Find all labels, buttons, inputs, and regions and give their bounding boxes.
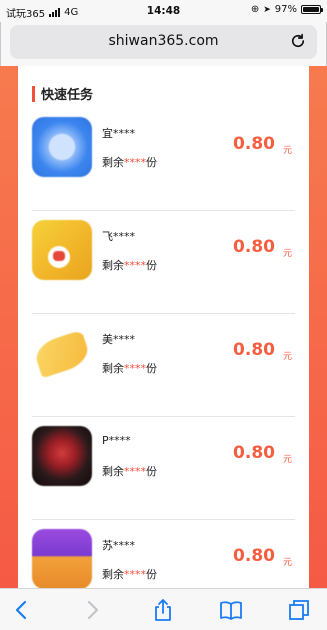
price-unit: 元 (282, 558, 292, 568)
task-item[interactable]: 飞**** 剩余****份 0.80 元 (32, 211, 295, 314)
remaining-count: 剩余****份 (102, 257, 157, 273)
app-name: 苏**** (102, 539, 135, 552)
price-unit: 元 (282, 249, 292, 259)
web-content[interactable]: 快速任务 宜**** 剩余****份 0.80 元 飞**** 剩余****份 … (0, 66, 327, 588)
remaining-label: 剩余 (102, 465, 124, 478)
forward-icon[interactable] (80, 598, 104, 622)
section-accent-bar (32, 85, 35, 102)
reward-price: 0.80 (233, 340, 275, 360)
app-icon (32, 117, 92, 177)
task-card: 快速任务 宜**** 剩余****份 0.80 元 飞**** 剩余****份 … (18, 66, 309, 588)
remaining-count: 剩余****份 (102, 360, 157, 376)
orientation-lock-icon: ⊕ (250, 4, 260, 15)
remaining-label: 剩余 (102, 568, 124, 581)
url-text[interactable]: shiwan365.com (10, 33, 317, 49)
back-icon[interactable] (10, 598, 34, 622)
remaining-label: 剩余 (102, 156, 124, 169)
remaining-count: 剩余****份 (102, 566, 157, 582)
remaining-value: **** (124, 259, 146, 272)
app-name: P**** (102, 434, 131, 447)
section-header: 快速任务 (32, 84, 93, 103)
remaining-value: **** (124, 362, 146, 375)
reward-price: 0.80 (233, 443, 275, 463)
task-item[interactable]: 宜**** 剩余****份 0.80 元 (32, 108, 295, 211)
reward-price: 0.80 (233, 237, 275, 257)
reward-price: 0.80 (233, 134, 275, 154)
app-icon (32, 323, 92, 383)
price-unit: 元 (282, 146, 292, 156)
remaining-unit: 份 (146, 362, 157, 375)
share-icon[interactable] (151, 598, 175, 622)
battery-icon (301, 5, 323, 14)
app-icon (32, 426, 92, 486)
battery-percent: 97% (274, 4, 297, 15)
price-unit: 元 (282, 455, 292, 465)
right-gradient-border (309, 66, 327, 588)
remaining-value: **** (124, 156, 146, 169)
remaining-unit: 份 (146, 568, 157, 581)
reward-price: 0.80 (233, 546, 275, 566)
remaining-count: 剩余****份 (102, 154, 157, 170)
location-icon: ➤ (263, 4, 271, 15)
price-unit: 元 (282, 352, 292, 362)
task-item[interactable]: P**** 剩余****份 0.80 元 (32, 417, 295, 520)
tabs-icon[interactable] (287, 598, 311, 622)
remaining-unit: 份 (146, 259, 157, 272)
status-bar: 试玩365 4G 14:48 ⊕ ➤ 97% (0, 0, 327, 22)
left-gradient-border (0, 66, 18, 588)
task-item[interactable]: 美**** 剩余****份 0.80 元 (32, 314, 295, 417)
remaining-label: 剩余 (102, 362, 124, 375)
remaining-unit: 份 (146, 156, 157, 169)
app-name: 宜**** (102, 127, 135, 140)
bookmarks-icon[interactable] (219, 598, 243, 622)
reload-icon[interactable] (289, 32, 307, 50)
app-icon (32, 529, 92, 588)
remaining-label: 剩余 (102, 259, 124, 272)
app-icon (32, 220, 92, 280)
remaining-value: **** (124, 465, 146, 478)
section-title: 快速任务 (41, 88, 94, 103)
address-bar[interactable]: shiwan365.com (10, 25, 317, 59)
app-name: 飞**** (102, 230, 135, 243)
remaining-count: 剩余****份 (102, 463, 157, 479)
remaining-unit: 份 (146, 465, 157, 478)
task-item[interactable]: 苏**** 剩余****份 0.80 元 (32, 520, 295, 588)
browser-toolbar (0, 588, 327, 630)
app-name: 美**** (102, 333, 135, 346)
remaining-value: **** (124, 568, 146, 581)
